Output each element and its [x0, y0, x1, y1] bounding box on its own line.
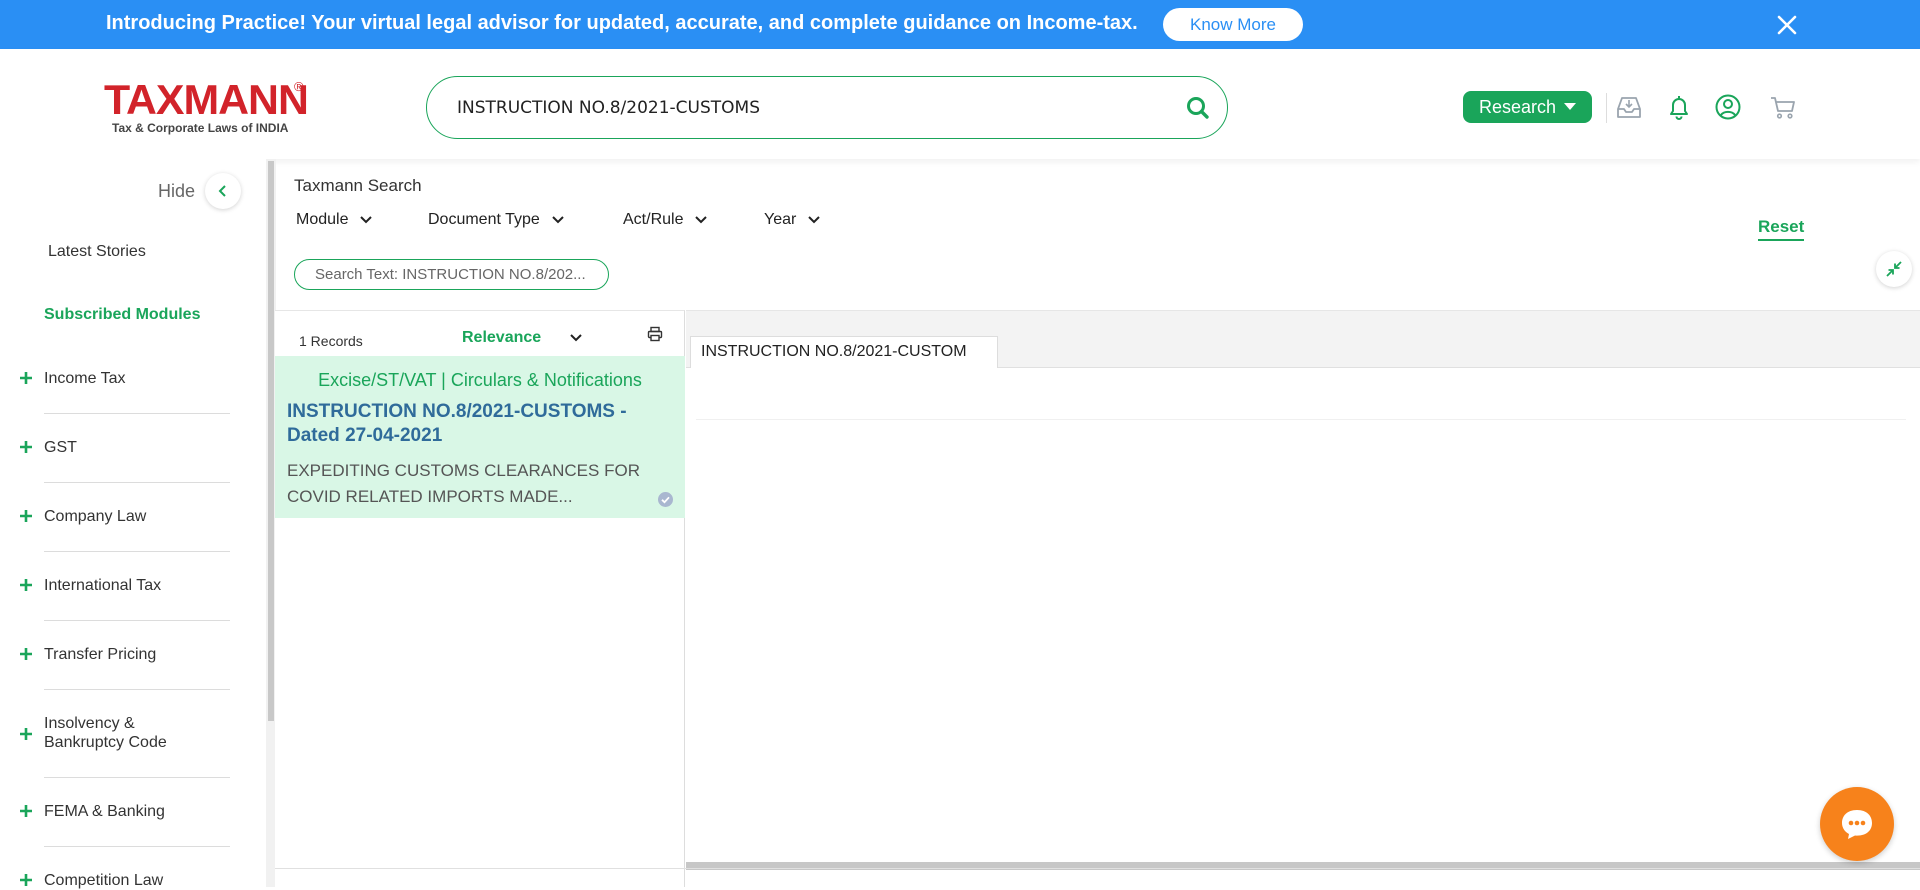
chevron-down-icon	[695, 216, 708, 224]
bottom-divider	[275, 868, 1920, 869]
sidebar-item-subscribed-modules[interactable]: Subscribed Modules	[44, 306, 200, 324]
hide-sidebar-button[interactable]	[205, 173, 241, 209]
research-dropdown-button[interactable]: Research	[1463, 91, 1592, 123]
divider	[44, 846, 230, 847]
promo-banner: Introducing Practice! Your virtual legal…	[0, 0, 1920, 49]
divider	[44, 689, 230, 690]
sidebar-scrollbar-thumb[interactable]	[268, 161, 274, 721]
search-icon[interactable]	[1185, 95, 1211, 121]
document-divider	[696, 419, 1906, 420]
sidebar-item-gst[interactable]: GST	[0, 428, 230, 497]
sidebar-item-latest-stories[interactable]: Latest Stories	[48, 243, 146, 261]
divider	[44, 551, 230, 552]
hide-sidebar-label[interactable]: Hide	[158, 181, 195, 202]
filter-year-dropdown[interactable]: Year	[764, 211, 821, 229]
search-results-area: Taxmann Search Module Document Type Act/…	[275, 159, 1920, 887]
search-text-chip[interactable]: Search Text: INSTRUCTION NO.8/202...	[294, 259, 609, 290]
sidebar-item-label: Competition Law	[44, 872, 164, 889]
logo-registered-mark: ®	[294, 79, 304, 94]
sidebar-item-label: FEMA & Banking	[44, 803, 165, 820]
chevron-down-icon	[360, 216, 373, 224]
result-item[interactable]: Excise/ST/VAT | Circulars & Notification…	[275, 356, 685, 518]
sidebar-item-transfer-pricing[interactable]: Transfer Pricing	[0, 635, 230, 704]
logo-wordmark: TAXMANN	[104, 76, 309, 123]
sidebar-item-insolvency-bankruptcy-code[interactable]: Insolvency & Bankruptcy Code	[0, 704, 230, 792]
result-category: Excise/ST/VAT | Circulars & Notification…	[318, 370, 642, 390]
chevron-down-icon	[570, 334, 582, 342]
sidebar-item-fema-banking[interactable]: FEMA & Banking	[0, 792, 230, 861]
cart-icon[interactable]	[1768, 92, 1798, 122]
sidebar-item-label: GST	[44, 439, 77, 456]
sidebar-item-label: Company Law	[44, 508, 147, 525]
print-icon[interactable]	[647, 326, 663, 342]
check-circle-icon	[657, 491, 674, 508]
sidebar-item-label: Insolvency & Bankruptcy Code	[44, 715, 167, 751]
filter-module-dropdown[interactable]: Module	[296, 211, 373, 229]
filter-label: Module	[296, 211, 349, 228]
inbox-icon[interactable]	[1614, 92, 1644, 122]
divider	[44, 482, 230, 483]
divider	[44, 413, 230, 414]
search-input[interactable]	[457, 93, 1137, 123]
sidebar-item-label: International Tax	[44, 577, 162, 594]
plus-icon	[20, 874, 32, 886]
caret-down-icon	[1564, 103, 1577, 110]
chat-bubble-icon	[1842, 810, 1872, 839]
records-count: 1 Records	[299, 333, 363, 349]
filter-label: Year	[764, 211, 797, 228]
chat-button[interactable]	[1820, 787, 1894, 861]
site-header: TAXMANN ® Tax & Corporate Laws of INDIA …	[0, 49, 1920, 159]
document-view-pane: INSTRUCTION NO.8/2021-CUSTOM	[686, 310, 1920, 863]
filter-label: Act/Rule	[623, 211, 684, 228]
sort-relevance-dropdown[interactable]: Relevance	[462, 319, 592, 357]
plus-icon	[20, 728, 32, 740]
sidebar-item-competition-law[interactable]: Competition Law	[0, 861, 230, 889]
bell-icon[interactable]	[1664, 92, 1694, 122]
document-tab-bar: INSTRUCTION NO.8/2021-CUSTOM	[686, 311, 1920, 368]
plus-icon	[20, 805, 32, 817]
divider	[44, 620, 230, 621]
sidebar-item-label: Transfer Pricing	[44, 646, 157, 663]
sidebar-item-international-tax[interactable]: International Tax	[0, 566, 230, 635]
header-divider	[1606, 93, 1607, 123]
chevron-down-icon	[552, 216, 564, 224]
sidebar-item-company-law[interactable]: Company Law	[0, 497, 230, 566]
sidebar-item-income-tax[interactable]: Income Tax	[0, 359, 230, 428]
plus-icon	[20, 579, 32, 591]
plus-icon	[20, 441, 32, 453]
research-label: Research	[1478, 96, 1557, 117]
sidebar: Hide Latest Stories Subscribed Modules I…	[0, 159, 268, 889]
tab-document[interactable]: INSTRUCTION NO.8/2021-CUSTOM	[690, 336, 998, 368]
plus-icon	[20, 510, 32, 522]
collapse-arrows-icon	[1886, 261, 1902, 277]
chevron-left-icon	[218, 185, 226, 197]
divider	[44, 777, 230, 778]
taxmann-logo[interactable]: TAXMANN ® Tax & Corporate Laws of INDIA	[104, 77, 314, 137]
user-icon[interactable]	[1713, 92, 1743, 122]
sort-label: Relevance	[462, 329, 542, 346]
banner-text: Introducing Practice! Your virtual legal…	[106, 12, 1138, 34]
filter-label: Document Type	[428, 211, 540, 228]
chevron-down-icon	[808, 216, 821, 224]
page-title: Taxmann Search	[294, 176, 422, 195]
plus-icon	[20, 648, 32, 660]
result-description: EXPEDITING CUSTOMS CLEARANCES FOR COVID …	[287, 461, 640, 506]
collapse-panel-button[interactable]	[1876, 251, 1912, 287]
logo-tagline: Tax & Corporate Laws of INDIA	[112, 121, 289, 135]
reset-filters-link[interactable]: Reset	[1758, 217, 1805, 241]
plus-icon	[20, 372, 32, 384]
results-list-pane: 1 Records Relevance Excise/ST/VAT | Circ…	[275, 310, 685, 887]
filter-document-type-dropdown[interactable]: Document Type	[428, 211, 564, 229]
filter-act-rule-dropdown[interactable]: Act/Rule	[623, 211, 708, 229]
sidebar-item-label: Income Tax	[44, 370, 126, 387]
global-search-bar	[426, 76, 1228, 139]
result-title[interactable]: INSTRUCTION NO.8/2021-CUSTOMS - Dated 27…	[287, 400, 657, 448]
know-more-button[interactable]: Know More	[1163, 8, 1303, 41]
close-icon[interactable]	[1774, 12, 1800, 38]
